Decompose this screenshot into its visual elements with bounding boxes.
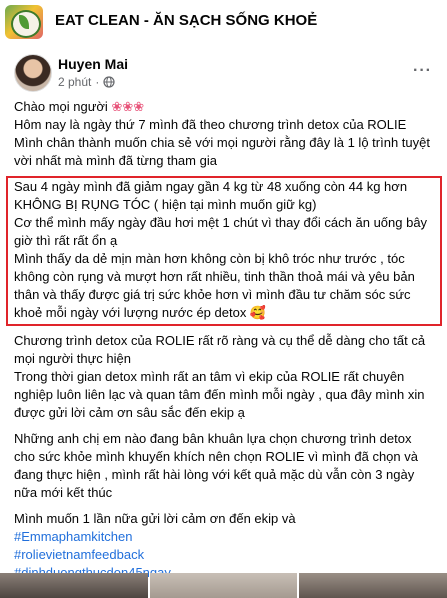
highlight-box: Sau 4 ngày mình đã giảm ngay gần 4 kg từ… (6, 176, 442, 326)
intro-line: Hôm nay là ngày thứ 7 mình đã theo chươn… (14, 117, 407, 132)
body-paragraph: Trong thời gian detox mình rất an tâm vì… (14, 369, 425, 420)
group-name[interactable]: EAT CLEAN - ĂN SẠCH SỐNG KHOẺ (55, 12, 317, 29)
meta-separator: · (95, 75, 100, 89)
highlight-line: Cơ thể mình mấy ngày đầu hơi mệt 1 chút … (14, 215, 428, 248)
more-options-icon[interactable]: ··· (413, 62, 432, 80)
post-meta: 2 phút · (58, 75, 115, 89)
recommend-paragraph: Những anh chị em nào đang bân khuân lựa … (14, 431, 418, 500)
highlight-line: Sau 4 ngày mình đã giảm ngay gần 4 kg từ… (14, 179, 408, 212)
intro-line: Mình chân thành muốn chia sẻ với mọi ngư… (14, 135, 430, 168)
group-logo[interactable] (5, 5, 43, 39)
globe-icon[interactable] (103, 76, 115, 88)
hashtag-link[interactable]: #Emmaphamkitchen (14, 528, 434, 546)
hashtag-link[interactable]: #rolievietnamfeedback (14, 546, 434, 564)
post-time[interactable]: 2 phút (58, 75, 91, 89)
post-photo[interactable] (0, 573, 148, 598)
greeting-text: Chào mọi người (14, 99, 112, 114)
post-photo[interactable] (149, 573, 298, 598)
highlight-line: Mình thấy da dẻ mịn màn hơn không còn bị… (14, 251, 415, 320)
post-photo[interactable] (299, 573, 447, 598)
greeting-line: Chào mọi người ❀❀❀ (14, 98, 434, 116)
body-paragraph: Chương trình detox của ROLIE rất rõ ràng… (14, 333, 426, 366)
thanks-line: Mình muốn 1 lần nữa gửi lời cảm ơn đến e… (14, 511, 296, 526)
post-author-row: Huyen Mai 2 phút · ··· (14, 54, 434, 96)
group-header: EAT CLEAN - ĂN SẠCH SỐNG KHOẺ (0, 0, 447, 44)
post-body: Chào mọi người ❀❀❀ Hôm nay là ngày thứ 7… (6, 98, 442, 582)
post-photos (0, 573, 447, 598)
author-name[interactable]: Huyen Mai (58, 56, 128, 72)
flower-emoji-icons: ❀❀❀ (111, 99, 145, 114)
avatar[interactable] (14, 54, 52, 92)
